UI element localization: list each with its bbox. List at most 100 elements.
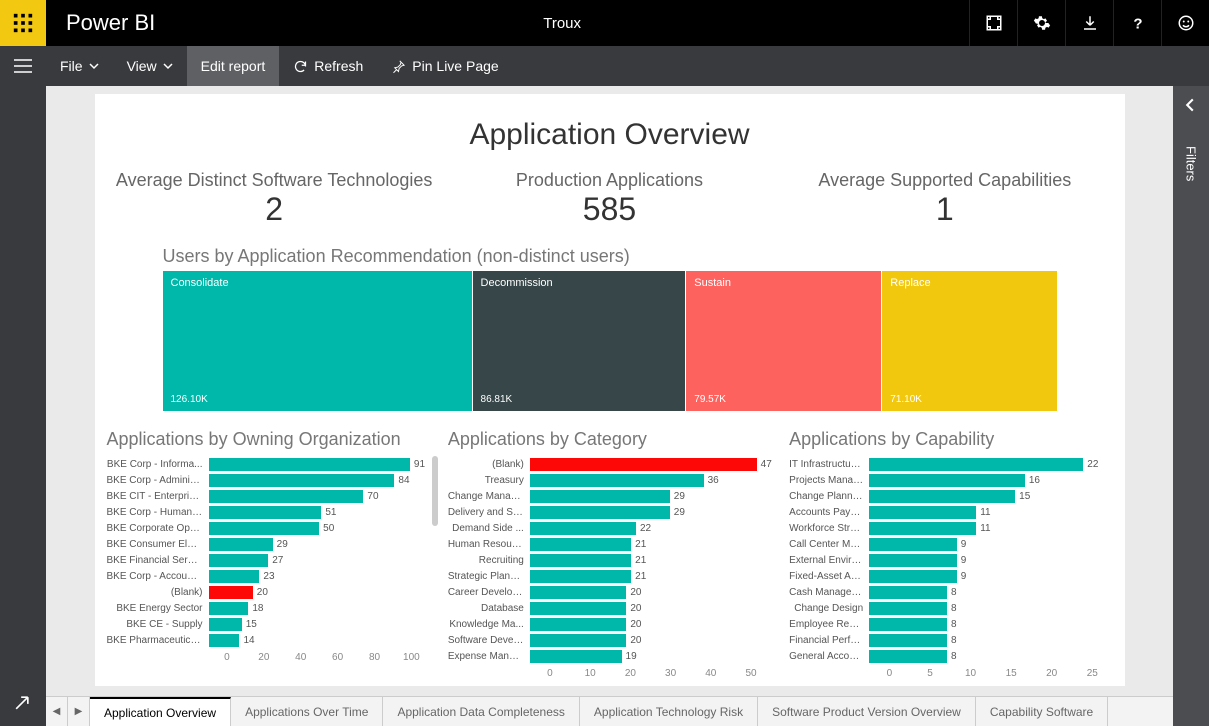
download-button[interactable] xyxy=(1065,0,1113,46)
refresh-button[interactable]: Refresh xyxy=(279,46,377,86)
bar-row[interactable]: Treasury36 xyxy=(448,472,771,488)
axis-tick: 5 xyxy=(910,668,951,679)
scrollbar-thumb[interactable] xyxy=(432,456,438,526)
bar-row[interactable]: BKE Consumer Elec...29 xyxy=(107,536,430,552)
help-button[interactable]: ? xyxy=(1113,0,1161,46)
bar-value: 29 xyxy=(277,538,288,551)
refresh-label: Refresh xyxy=(314,58,363,74)
app-launcher-button[interactable] xyxy=(0,0,46,46)
bar-row[interactable]: BKE Financial Servic...27 xyxy=(107,552,430,568)
bar-row[interactable]: Expense Manag...19 xyxy=(448,648,771,664)
bar-label: BKE Financial Servic... xyxy=(107,555,209,566)
axis-tick: 20 xyxy=(1031,668,1072,679)
report-tab[interactable]: Application Overview xyxy=(90,697,231,726)
treemap-visual[interactable]: Users by Application Recommendation (non… xyxy=(103,246,1117,411)
bar-value: 8 xyxy=(951,650,957,663)
bar-chart-visual[interactable]: Applications by Owning Organization BKE C… xyxy=(107,429,430,679)
bar-row[interactable]: Change Manag...29 xyxy=(448,488,771,504)
bar-row[interactable]: Career Develop...20 xyxy=(448,584,771,600)
bar-row[interactable]: IT Infrastructure...22 xyxy=(789,456,1112,472)
pin-live-button[interactable]: Pin Live Page xyxy=(377,46,512,86)
bar-fill xyxy=(209,538,273,551)
bar-row[interactable]: BKE Corp - Adminis...84 xyxy=(107,472,430,488)
bar-row[interactable]: Knowledge Ma...20 xyxy=(448,616,771,632)
report-tab[interactable]: Capability Software xyxy=(976,697,1108,726)
axis-tick: 40 xyxy=(691,668,731,679)
bar-row[interactable]: Strategic Planni...21 xyxy=(448,568,771,584)
bar-row[interactable]: External Environ...9 xyxy=(789,552,1112,568)
bar-row[interactable]: Delivery and Su...29 xyxy=(448,504,771,520)
bar-row[interactable]: BKE Energy Sector18 xyxy=(107,600,430,616)
report-tab[interactable]: Application Data Completeness xyxy=(383,697,579,726)
bar-row[interactable]: (Blank)47 xyxy=(448,456,771,472)
nav-toggle-button[interactable] xyxy=(0,59,46,73)
bar-row[interactable]: BKE Corp - Account...23 xyxy=(107,568,430,584)
bar-value: 20 xyxy=(630,618,641,631)
bar-fill xyxy=(209,522,320,535)
bar-row[interactable]: Software Devel...20 xyxy=(448,632,771,648)
settings-button[interactable] xyxy=(1017,0,1065,46)
bar-track: 29 xyxy=(530,506,771,519)
tab-next-button[interactable]: ▶ xyxy=(68,697,90,726)
bar-row[interactable]: BKE Corp - Human ...51 xyxy=(107,504,430,520)
top-bar: Power BI Troux ? xyxy=(0,0,1209,46)
bar-row[interactable]: Projects Manag...16 xyxy=(789,472,1112,488)
bar-label: Demand Side ... xyxy=(448,523,530,534)
bar-fill xyxy=(209,602,249,615)
edit-report-button[interactable]: Edit report xyxy=(187,46,280,86)
treemap-cell[interactable]: Consolidate126.10K xyxy=(163,271,472,411)
bar-row[interactable]: General Accoun...8 xyxy=(789,648,1112,664)
kpi-card[interactable]: Average Distinct Software Technologies2 xyxy=(107,170,442,228)
treemap-cell[interactable]: Decommission86.81K xyxy=(473,271,686,411)
bar-row[interactable]: BKE CIT - Enterprise...70 xyxy=(107,488,430,504)
bar-row[interactable]: Financial Perfor...8 xyxy=(789,632,1112,648)
bar-track: 9 xyxy=(869,538,1112,551)
bar-row[interactable]: BKE Corporate Ope...50 xyxy=(107,520,430,536)
bar-track: 51 xyxy=(209,506,430,519)
kpi-card[interactable]: Average Supported Capabilities1 xyxy=(777,170,1112,228)
bar-row[interactable]: Call Center Man...9 xyxy=(789,536,1112,552)
bar-row[interactable]: Recruiting21 xyxy=(448,552,771,568)
bar-chart-visual[interactable]: Applications by CapabilityIT Infrastruct… xyxy=(789,429,1112,679)
bar-row[interactable]: Accounts Payabl...11 xyxy=(789,504,1112,520)
bar-track: 8 xyxy=(869,618,1112,631)
filters-rail[interactable]: Filters xyxy=(1173,86,1209,726)
bar-row[interactable]: BKE CE - Supply15 xyxy=(107,616,430,632)
bar-row[interactable]: Cash Managem...8 xyxy=(789,584,1112,600)
report-tab[interactable]: Software Product Version Overview xyxy=(758,697,976,726)
bar-row[interactable]: Change Planning15 xyxy=(789,488,1112,504)
kpi-label: Average Distinct Software Technologies xyxy=(107,170,442,191)
bar-fill xyxy=(530,490,670,503)
view-menu[interactable]: View xyxy=(113,46,187,86)
bar-row[interactable]: Change Design8 xyxy=(789,600,1112,616)
bar-row[interactable]: (Blank)20 xyxy=(107,584,430,600)
treemap-cell[interactable]: Replace71.10K xyxy=(882,271,1056,411)
bar-row[interactable]: BKE Corp - Informa...91 xyxy=(107,456,430,472)
expand-nav-button[interactable] xyxy=(12,693,32,718)
bar-track: 29 xyxy=(530,490,771,503)
treemap-cell[interactable]: Sustain79.57K xyxy=(686,271,881,411)
report-tab[interactable]: Applications Over Time xyxy=(231,697,383,726)
kpi-card[interactable]: Production Applications585 xyxy=(442,170,777,228)
bar-fill xyxy=(869,634,947,647)
bar-row[interactable]: Workforce Strat...11 xyxy=(789,520,1112,536)
report-tab[interactable]: Application Technology Risk xyxy=(580,697,758,726)
kpi-label: Production Applications xyxy=(442,170,777,191)
bar-row[interactable]: Demand Side ...22 xyxy=(448,520,771,536)
tab-prev-button[interactable]: ◀ xyxy=(46,697,68,726)
bar-track: 15 xyxy=(869,490,1112,503)
chart-title: Applications by Owning Organization xyxy=(107,429,430,450)
bar-label: Call Center Man... xyxy=(789,539,869,550)
bar-list: BKE Corp - Informa...91BKE Corp - Admini… xyxy=(107,456,430,648)
bar-row[interactable]: Employee Requi...8 xyxy=(789,616,1112,632)
bar-row[interactable]: Database20 xyxy=(448,600,771,616)
bar-row[interactable]: Fixed-Asset Acc...9 xyxy=(789,568,1112,584)
bar-chart-visual[interactable]: Applications by Category(Blank)47Treasur… xyxy=(448,429,771,679)
bar-fill xyxy=(530,522,636,535)
gear-icon xyxy=(1033,14,1051,32)
fullscreen-button[interactable] xyxy=(969,0,1017,46)
bar-row[interactable]: Human Resourc...21 xyxy=(448,536,771,552)
bar-row[interactable]: BKE Pharmaceuticals14 xyxy=(107,632,430,648)
file-menu[interactable]: File xyxy=(46,46,113,86)
feedback-button[interactable] xyxy=(1161,0,1209,46)
